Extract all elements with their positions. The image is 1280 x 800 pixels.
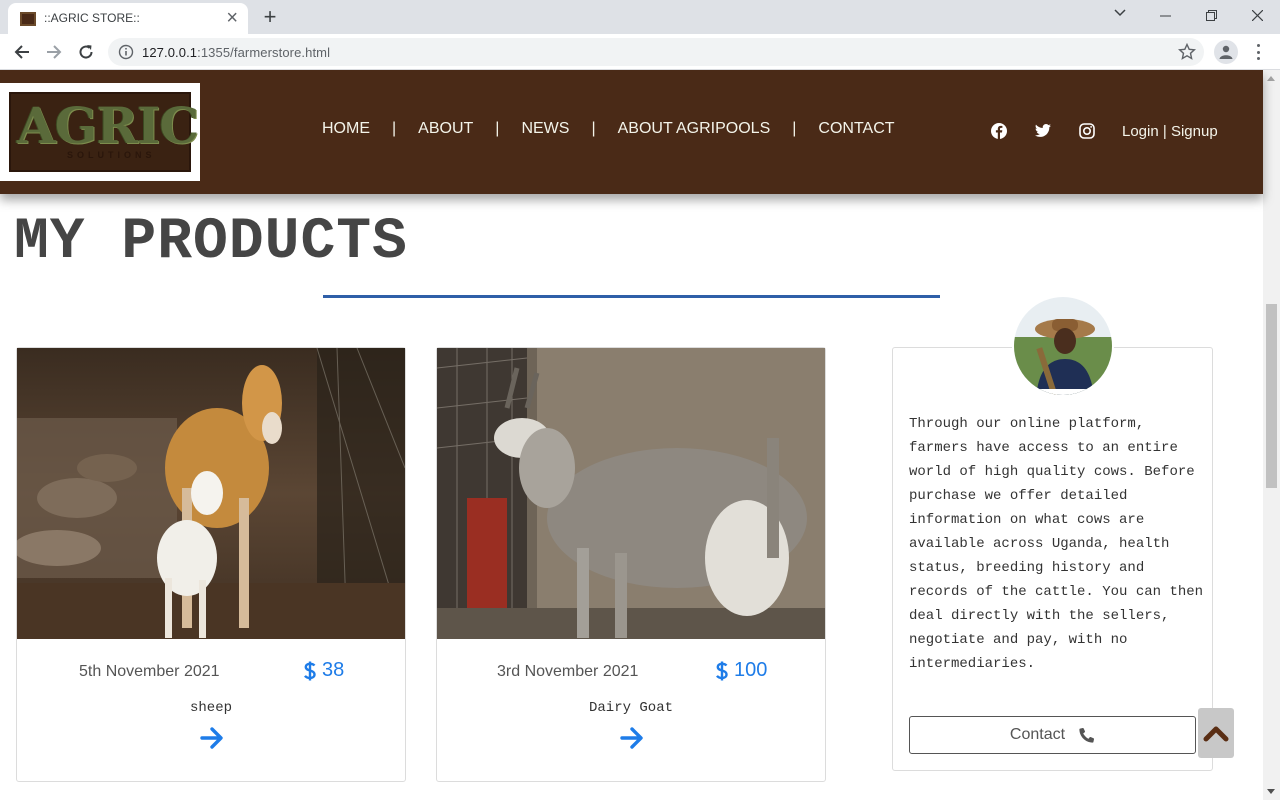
tab-title: ::AGRIC STORE:: <box>44 11 140 25</box>
product-date: 3rd November 2021 <box>497 663 639 680</box>
close-tab-icon[interactable]: × <box>226 7 238 29</box>
address-bar[interactable]: 127.0.0.1:1355/farmerstore.html <box>108 38 1204 66</box>
chevron-up-icon <box>1203 726 1229 742</box>
page-viewport: AGRIC SOLUTIONS HOME | ABOUT | NEWS | AB… <box>0 70 1280 800</box>
restore-button[interactable] <box>1188 0 1234 30</box>
farmer-description: Through our online platform, farmers hav… <box>909 416 1204 672</box>
product-image-sheep[interactable] <box>17 348 405 639</box>
new-tab-button[interactable]: + <box>258 3 282 31</box>
arrow-right-icon[interactable] <box>200 726 224 750</box>
reload-icon <box>79 45 93 59</box>
browser-tab[interactable]: ::AGRIC STORE:: × <box>8 3 248 34</box>
scroll-down-arrow[interactable] <box>1267 789 1275 794</box>
auth-links: Login | Signup <box>1122 123 1218 140</box>
logo-subtext: SOLUTIONS <box>67 150 156 160</box>
phone-icon <box>1079 727 1095 743</box>
bookmark-star-icon[interactable] <box>1178 43 1196 61</box>
farmer-info-card: Through our online platform, farmers hav… <box>892 347 1213 771</box>
page-scrollbar[interactable] <box>1263 70 1280 800</box>
browser-menu-button[interactable] <box>1248 42 1268 62</box>
auth-separator: | <box>1162 123 1167 140</box>
nav-separator: | <box>591 120 596 137</box>
product-card: 5th November 2021 38 sheep <box>16 347 406 782</box>
browser-toolbar: 127.0.0.1:1355/farmerstore.html <box>0 34 1280 70</box>
forward-button[interactable] <box>40 38 68 66</box>
nav-about-agripools[interactable]: ABOUT AGRIPOOLS <box>606 120 783 138</box>
url-text: 127.0.0.1:1355/farmerstore.html <box>142 45 331 60</box>
back-button[interactable] <box>8 38 36 66</box>
instagram-icon[interactable] <box>1078 122 1096 140</box>
profile-avatar[interactable] <box>1214 40 1238 64</box>
title-divider <box>323 295 940 298</box>
nav-separator: | <box>792 120 797 137</box>
back-arrow-icon <box>14 45 29 59</box>
product-name: Dairy Goat <box>588 700 673 716</box>
info-icon[interactable] <box>118 44 134 60</box>
farmer-avatar <box>1012 295 1114 397</box>
signup-link[interactable]: Signup <box>1171 123 1218 140</box>
logo-text: AGRIC <box>17 96 199 155</box>
product-price: 38 <box>304 659 344 682</box>
product-name: sheep <box>189 700 232 716</box>
nav-home[interactable]: HOME <box>310 120 382 138</box>
window-controls <box>1142 0 1280 34</box>
login-link[interactable]: Login <box>1122 123 1159 140</box>
reload-button[interactable] <box>72 38 100 66</box>
product-card: 3rd November 2021 100 Dairy Goat <box>436 347 826 782</box>
logo-panel: AGRIC SOLUTIONS <box>9 92 199 172</box>
dollar-icon <box>716 661 728 680</box>
product-price-value: 100 <box>734 659 768 681</box>
forward-arrow-icon <box>47 45 62 59</box>
site-logo[interactable]: AGRIC SOLUTIONS <box>0 83 200 181</box>
arrow-right-icon[interactable] <box>620 726 644 750</box>
close-window-button[interactable] <box>1234 0 1280 30</box>
browser-tabstrip: ::AGRIC STORE:: × + <box>0 0 1280 34</box>
facebook-icon[interactable] <box>990 122 1008 140</box>
scroll-up-arrow[interactable] <box>1267 76 1275 81</box>
dollar-icon <box>304 661 316 680</box>
nav-separator: | <box>392 120 397 137</box>
product-price: 100 <box>716 659 767 682</box>
site-header: AGRIC SOLUTIONS HOME | ABOUT | NEWS | AB… <box>0 70 1263 194</box>
main-nav: HOME | ABOUT | NEWS | ABOUT AGRIPOOLS | … <box>310 120 907 138</box>
nav-about[interactable]: ABOUT <box>406 120 485 138</box>
scrollbar-thumb[interactable] <box>1266 304 1277 488</box>
product-price-value: 38 <box>322 659 345 681</box>
product-image-dairy-goat[interactable] <box>437 348 825 639</box>
page-title: MY PRODUCTS <box>14 210 408 275</box>
person-icon <box>1219 45 1233 59</box>
twitter-icon[interactable] <box>1034 122 1052 140</box>
tab-search-icon[interactable] <box>1108 4 1132 26</box>
nav-contact[interactable]: CONTACT <box>806 120 906 138</box>
nav-news[interactable]: NEWS <box>509 120 581 138</box>
minimize-button[interactable] <box>1142 0 1188 30</box>
contact-button[interactable]: Contact <box>909 716 1196 754</box>
product-date: 5th November 2021 <box>79 663 220 680</box>
favicon-icon <box>20 12 36 26</box>
contact-button-label: Contact <box>1009 726 1066 743</box>
nav-separator: | <box>495 120 500 137</box>
scroll-to-top-button[interactable] <box>1198 708 1234 758</box>
